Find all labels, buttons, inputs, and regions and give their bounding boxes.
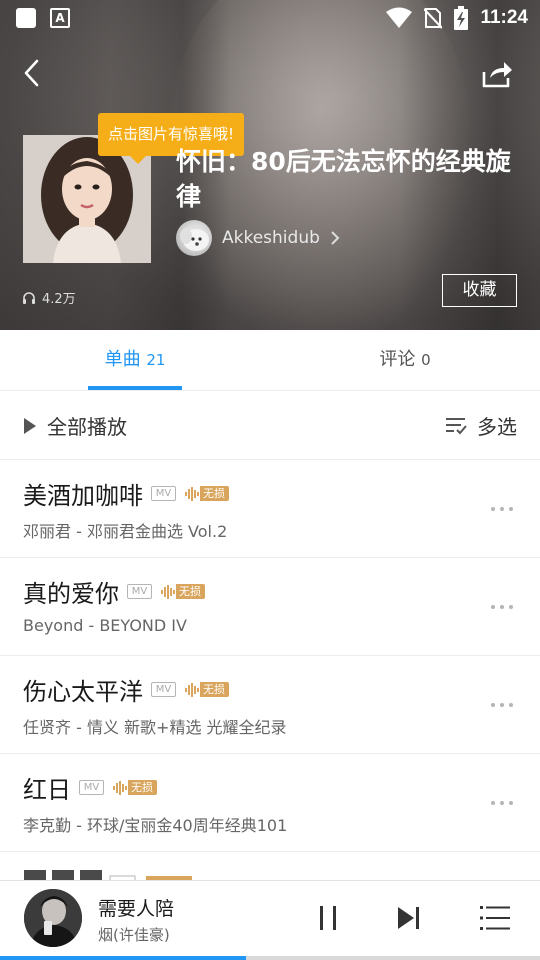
chevron-right-icon (331, 231, 340, 245)
mv-badge[interactable]: MV (151, 486, 176, 501)
notification-square-icon (16, 8, 36, 28)
wifi-icon (386, 7, 413, 28)
author-avatar (176, 220, 212, 256)
more-dots-icon[interactable] (490, 500, 514, 518)
multi-select-button[interactable]: 多选 (445, 391, 517, 460)
tab-songs-label: 单曲 (104, 349, 141, 370)
tab-active-indicator (88, 386, 182, 390)
song-artist: 任贤齐 (23, 718, 72, 737)
more-dots-icon[interactable] (490, 696, 514, 714)
song-artist: 邓丽君 (23, 522, 72, 541)
tab-songs[interactable]: 单曲 21 (88, 330, 182, 390)
song-subtitle: 邓丽君 - 邓丽君金曲选 Vol.2 (23, 522, 228, 541)
lossless-badge: 无损 (160, 584, 205, 600)
play-triangle-icon (24, 417, 36, 434)
top-nav (0, 48, 540, 98)
song-title: 红日 (23, 776, 71, 804)
player-progress-fill (0, 956, 246, 960)
song-title: 美酒加咖啡 (23, 482, 143, 510)
player-progress-bar[interactable] (0, 956, 540, 960)
song-title: 真的爱你 (23, 580, 119, 608)
soundwave-icon (185, 486, 199, 501)
status-time: 11:24 (480, 7, 528, 28)
player-song-title: 需要人陪 (98, 898, 175, 920)
song-row-partial[interactable] (0, 852, 540, 882)
mv-badge[interactable]: MV (79, 780, 104, 795)
lossless-badge: 无损 (184, 682, 229, 698)
author-avatar-dog-icon (180, 228, 209, 251)
cover-tooltip-arrow (130, 156, 146, 164)
no-sim-icon (424, 8, 443, 29)
song-title: 伤心太平洋 (23, 678, 143, 706)
player-cover-image[interactable] (24, 889, 82, 947)
lossless-badge: 无损 (184, 486, 229, 502)
soundwave-icon (185, 682, 199, 697)
share-icon[interactable] (480, 56, 514, 90)
song-row[interactable]: 红日 MV 无损 李克勤 - 环球/宝丽金40周年经典101 (0, 754, 540, 852)
soundwave-icon (113, 780, 127, 795)
notification-a-icon: A (50, 8, 70, 28)
song-artist: Beyond (23, 616, 84, 635)
player-song-artist: 烟(许佳豪) (98, 926, 170, 944)
lossless-label: 无损 (200, 682, 229, 697)
battery-charging-icon (454, 6, 469, 30)
song-album: 邓丽君金曲选 Vol.2 (86, 522, 228, 541)
author-name: Akkeshidub (222, 228, 320, 248)
song-row[interactable]: 美酒加咖啡 MV 无损 邓丽君 - 邓丽君金曲选 Vol.2 (0, 460, 540, 558)
mv-badge[interactable]: MV (151, 682, 176, 697)
song-row-partial-glyphs (24, 870, 192, 882)
playlist-header: A 11:24 点击图片有惊喜哦! 怀旧：80后无法忘怀的经典旋律 Akkesh… (0, 0, 540, 330)
song-album: 情义 新歌+精选 光耀全纪录 (86, 718, 287, 737)
pause-icon[interactable] (314, 903, 342, 933)
lossless-label: 无损 (176, 584, 205, 599)
playlist-queue-icon[interactable] (480, 905, 510, 931)
tab-comments-label: 评论 (379, 349, 416, 370)
tab-songs-count: 21 (146, 351, 166, 369)
multi-select-label: 多选 (477, 415, 517, 439)
tab-bar: 单曲 21 评论 0 (0, 330, 540, 391)
tab-comments-count: 0 (421, 351, 431, 369)
author-link[interactable]: Akkeshidub (176, 220, 340, 256)
song-row[interactable]: 伤心太平洋 MV 无损 任贤齐 - 情义 新歌+精选 光耀全纪录 (0, 656, 540, 754)
lossless-label: 无损 (200, 486, 229, 501)
song-subtitle: 任贤齐 - 情义 新歌+精选 光耀全纪录 (23, 718, 287, 737)
status-bar: A 11:24 (0, 0, 540, 36)
mini-player[interactable]: 需要人陪 烟(许佳豪) (0, 880, 540, 960)
song-row[interactable]: 真的爱你 MV 无损 Beyond - BEYOND IV (0, 558, 540, 656)
player-cover-portrait-icon (24, 889, 82, 947)
mv-badge[interactable]: MV (127, 584, 152, 599)
more-dots-icon[interactable] (490, 598, 514, 616)
play-all-label: 全部播放 (47, 415, 127, 439)
lossless-label: 无损 (128, 780, 157, 795)
song-artist: 李克勤 (23, 816, 72, 835)
song-album: 环球/宝丽金40周年经典101 (86, 816, 288, 835)
back-arrow-icon[interactable] (18, 56, 48, 90)
playlist-title: 怀旧：80后无法忘怀的经典旋律 (176, 147, 511, 211)
headphones-icon (23, 291, 35, 304)
collect-button[interactable]: 收藏 (442, 274, 517, 307)
more-dots-icon[interactable] (490, 794, 514, 812)
play-all-button[interactable]: 全部播放 (23, 391, 127, 460)
action-row: 全部播放 多选 (0, 391, 540, 460)
song-album: BEYOND IV (99, 616, 187, 635)
listen-count: 4.2万 (22, 288, 76, 307)
soundwave-icon (161, 584, 175, 599)
lossless-badge: 无损 (112, 780, 157, 796)
listen-count-value: 4.2万 (42, 292, 76, 307)
song-subtitle: 李克勤 - 环球/宝丽金40周年经典101 (23, 816, 288, 835)
next-track-icon[interactable] (396, 903, 422, 933)
song-subtitle: Beyond - BEYOND IV (23, 616, 187, 635)
tab-comments[interactable]: 评论 0 (360, 330, 450, 390)
multi-select-list-icon (446, 417, 467, 434)
